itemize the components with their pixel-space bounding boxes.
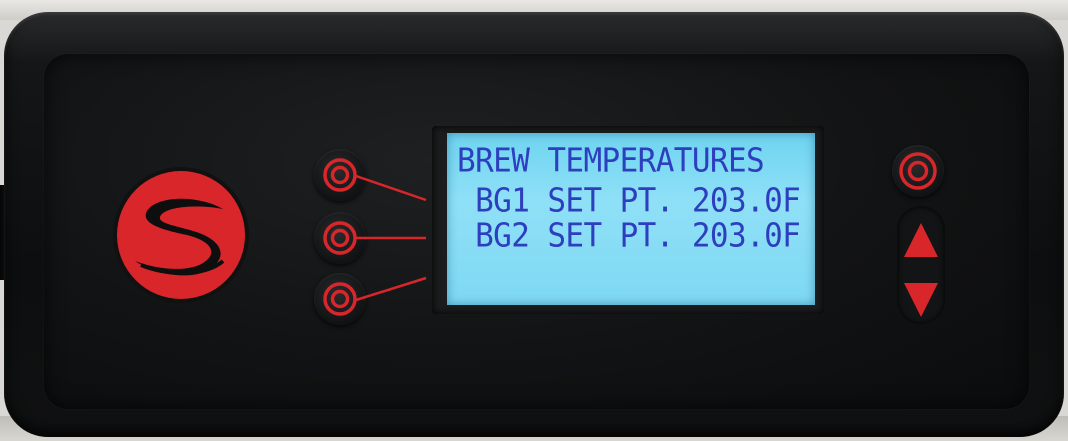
brand-logo-icon <box>111 165 251 305</box>
down-button[interactable] <box>897 275 945 325</box>
lcd-line-bg1: BG1 SET PT. 203.0F <box>457 182 801 220</box>
lcd-line-bg2: BG2 SET PT. 203.0F <box>457 217 801 255</box>
button-leader-lines <box>355 174 427 302</box>
up-button[interactable] <box>897 213 945 263</box>
lcd-display: BREW TEMPERATURES BG1 SET PT. 203.0F BG2… <box>447 133 815 305</box>
menu-button[interactable] <box>892 145 944 197</box>
lcd-line-title: BREW TEMPERATURES <box>457 142 765 180</box>
down-arrow-icon <box>904 283 938 317</box>
menu-button-icon <box>899 152 937 190</box>
up-arrow-icon <box>904 223 938 257</box>
